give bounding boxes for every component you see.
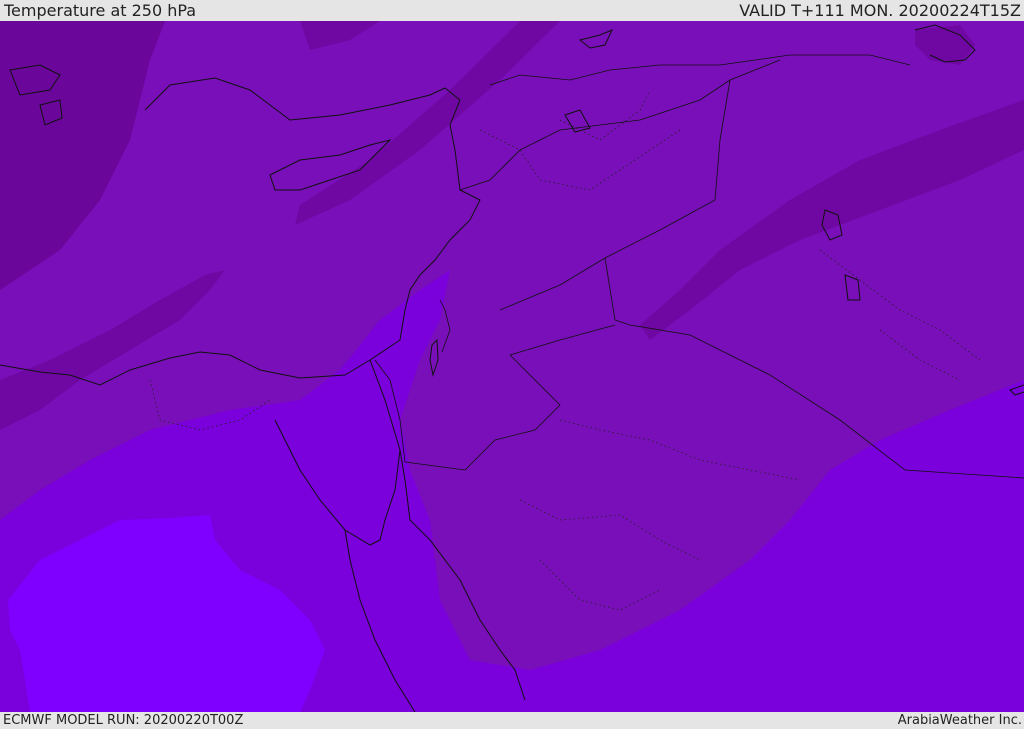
map-footer: ECMWF MODEL RUN: 20200220T00Z ArabiaWeat… bbox=[0, 712, 1024, 729]
credit: ArabiaWeather Inc. bbox=[897, 713, 1022, 728]
map-header: Temperature at 250 hPa VALID T+111 MON. … bbox=[0, 0, 1024, 21]
model-run: ECMWF MODEL RUN: 20200220T00Z bbox=[3, 713, 244, 728]
map-canvas bbox=[0, 21, 1024, 712]
valid-time: VALID T+111 MON. 20200224T15Z bbox=[739, 1, 1021, 20]
map-title: Temperature at 250 hPa bbox=[4, 1, 197, 20]
temperature-map bbox=[0, 21, 1024, 712]
